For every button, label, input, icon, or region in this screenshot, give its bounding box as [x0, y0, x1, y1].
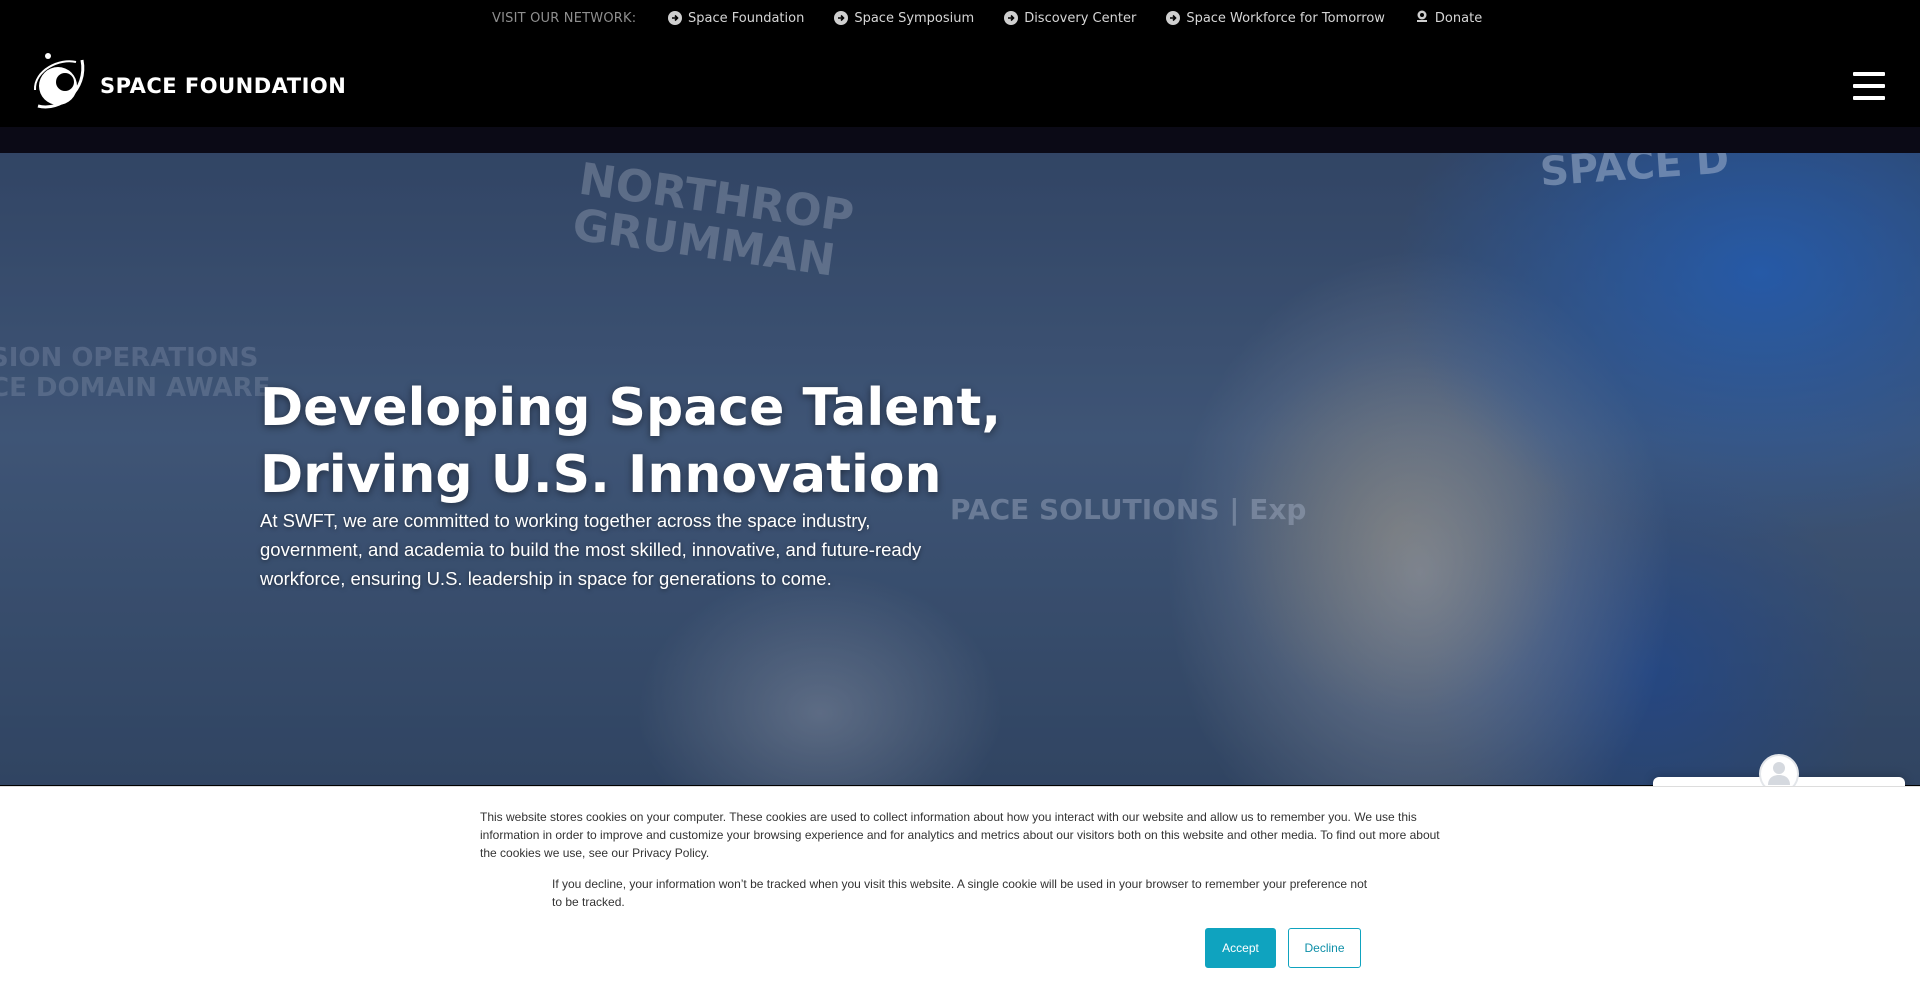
network-link-space-symposium[interactable]: Space Symposium — [834, 9, 974, 27]
arrow-circle-icon — [1004, 11, 1019, 25]
donate-icon — [1415, 9, 1429, 27]
cookie-text-primary: This website stores cookies on your comp… — [480, 810, 1440, 860]
network-link-discovery-center[interactable]: Discovery Center — [1004, 9, 1136, 27]
network-link-label: Space Symposium — [854, 10, 975, 26]
network-bar: VISIT OUR NETWORK: Space Foundation Spac… — [0, 0, 1920, 40]
menu-button[interactable] — [1853, 72, 1885, 100]
space-foundation-logo-icon — [30, 50, 92, 121]
arrow-circle-icon — [834, 11, 849, 25]
hero-description: At SWFT, we are committed to working tog… — [260, 510, 922, 589]
network-link-label: Discovery Center — [1024, 10, 1137, 26]
network-link-label: Donate — [1434, 10, 1483, 26]
network-link-label: Space Workforce for Tomorrow — [1186, 10, 1385, 26]
arrow-circle-icon — [1166, 11, 1181, 25]
network-links: Space Foundation Space Symposium Discove… — [668, 9, 1482, 27]
network-link-donate[interactable]: Donate — [1415, 9, 1482, 27]
hamburger-icon — [1853, 72, 1885, 76]
hero-title-line1: Developing Space Talent, — [260, 378, 1002, 438]
accept-cookies-button[interactable]: Accept — [1205, 928, 1276, 968]
user-avatar-icon — [1766, 759, 1792, 790]
cookie-banner: This website stores cookies on your comp… — [0, 786, 1920, 993]
hero-title: Developing Space Talent, Driving U.S. In… — [260, 375, 1020, 509]
hero-title-line2: Driving U.S. Innovation — [260, 445, 942, 505]
network-link-space-foundation[interactable]: Space Foundation — [668, 9, 804, 27]
network-link-space-workforce[interactable]: Space Workforce for Tomorrow — [1166, 9, 1385, 27]
network-label: VISIT OUR NETWORK: — [492, 11, 637, 26]
logo-text: SPACE FOUNDATION — [100, 73, 347, 98]
site-header: SPACE FOUNDATION — [0, 40, 1920, 153]
decline-cookies-button[interactable]: Decline — [1288, 928, 1361, 968]
network-link-label: Space Foundation — [688, 10, 805, 26]
arrow-circle-icon — [668, 11, 682, 25]
hero-section: NORTHROP GRUMMAN SPACE D PACE SOLUTIONS … — [0, 153, 1920, 785]
site-logo[interactable]: SPACE FOUNDATION — [30, 50, 346, 121]
cookie-text-secondary: If you decline, your information won’t b… — [552, 877, 1368, 909]
